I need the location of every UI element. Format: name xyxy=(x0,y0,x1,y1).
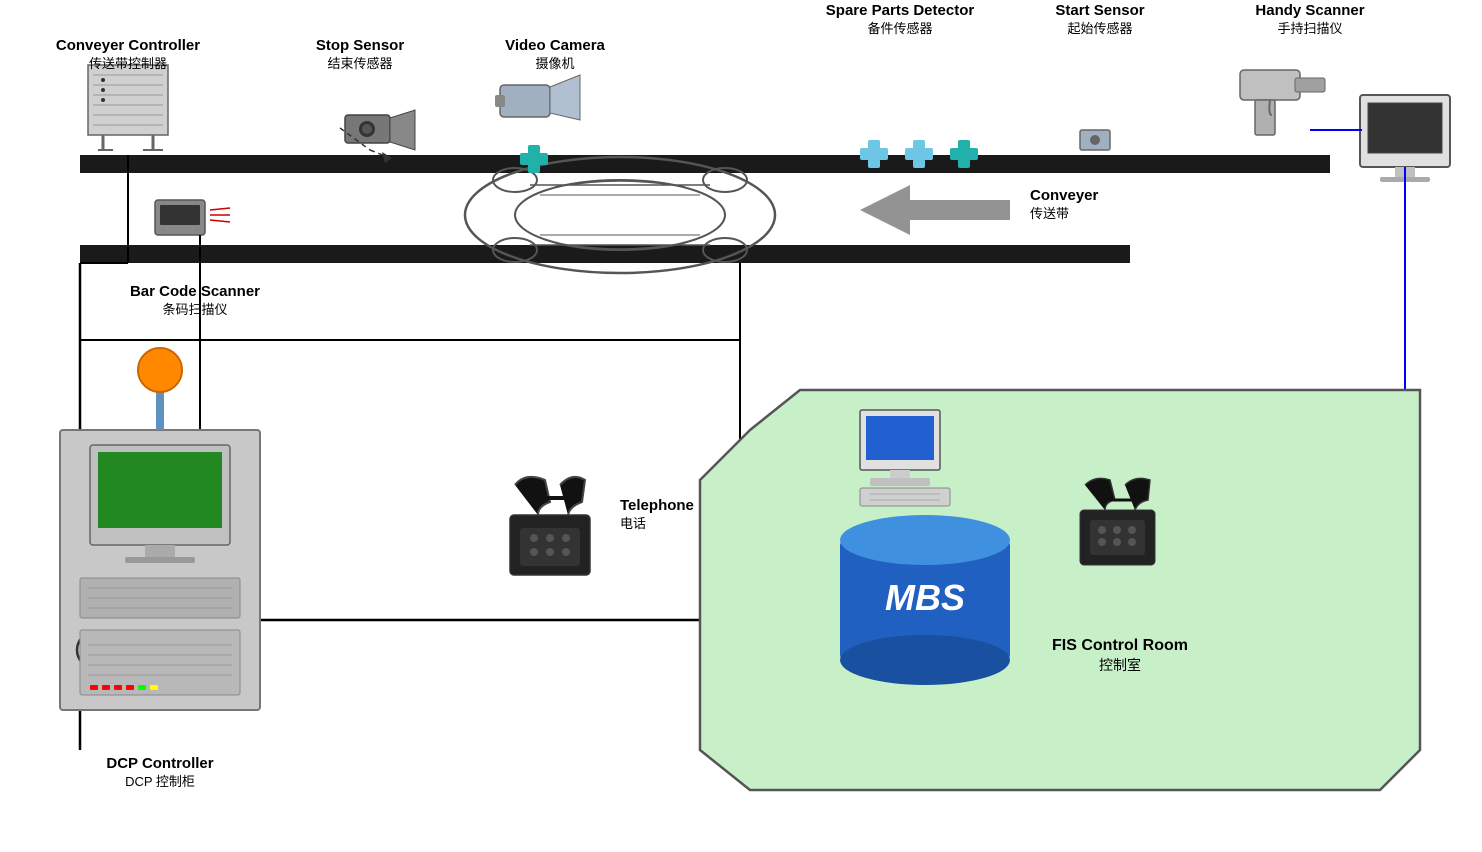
conveyer-arrow xyxy=(860,185,1010,235)
conveyer-top-belt xyxy=(80,155,1330,173)
handy-scanner-label-en: Handy Scanner xyxy=(1255,2,1364,19)
start-sensor-label-en: Start Sensor xyxy=(1055,2,1144,19)
stop-sensor-label-zh: 结束传感器 xyxy=(327,56,392,71)
start-sensor-device xyxy=(1080,130,1110,150)
telephone-label-en: Telephone xyxy=(620,497,694,514)
start-sensor-label-zh: 起始传感器 xyxy=(1067,21,1132,36)
handy-scanner-device xyxy=(1240,70,1325,135)
barcode-scanner-device xyxy=(155,200,230,235)
handy-scanner-label-zh: 手持扫描仪 xyxy=(1277,21,1342,36)
center-telephone xyxy=(510,477,590,575)
conveyer-controller-device xyxy=(88,65,168,150)
stop-sensor-device xyxy=(345,110,415,150)
fis-control-label-zh: 控制室 xyxy=(1099,657,1141,673)
conveyer-controller-label-en: Conveyer Controller xyxy=(56,37,200,54)
stop-sensor-label-en: Stop Sensor xyxy=(316,37,405,54)
diagram-container: MBS xyxy=(0,0,1482,852)
dcp-label-zh: DCP 控制柜 xyxy=(125,774,195,789)
telephone-label-zh: 电话 xyxy=(620,516,646,531)
conveyer-label-zh: 传送带 xyxy=(1030,206,1069,221)
conveyer-label-en: Conveyer xyxy=(1030,187,1099,204)
fis-control-label-en: FIS Control Room xyxy=(1052,637,1188,654)
spare-parts-label-zh: 备件传感器 xyxy=(867,21,932,36)
barcode-scanner-label-zh: 条码扫描仪 xyxy=(162,302,227,317)
conveyer-bottom-belt xyxy=(80,245,1130,263)
dcp-label-en: DCP Controller xyxy=(106,755,213,772)
mbs-cylinder: MBS xyxy=(840,515,1010,685)
fis-control-room xyxy=(700,390,1420,790)
spare-parts-label-en: Spare Parts Detector xyxy=(826,2,975,19)
video-camera-device xyxy=(495,75,580,120)
dcp-controller-box xyxy=(60,348,260,710)
svg-text:MBS: MBS xyxy=(885,577,965,618)
conveyer-controller-label-zh: 传送带控制器 xyxy=(89,56,167,71)
video-camera-label-zh: 摄像机 xyxy=(535,56,574,71)
fis-computer xyxy=(860,410,950,506)
video-camera-label-en: Video Camera xyxy=(505,37,605,54)
barcode-scanner-label-en: Bar Code Scanner xyxy=(130,283,260,300)
